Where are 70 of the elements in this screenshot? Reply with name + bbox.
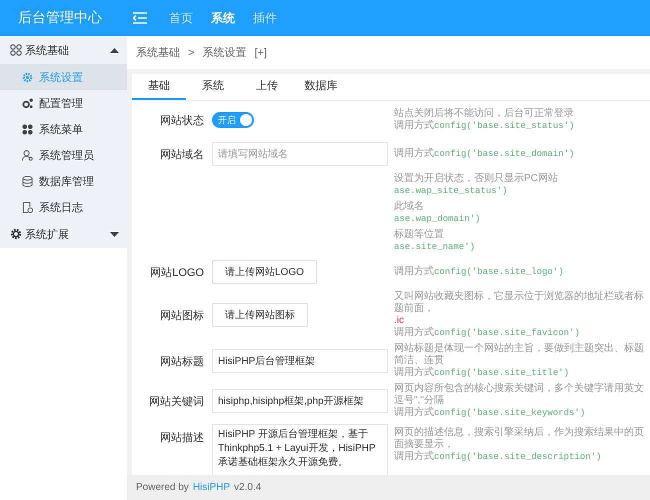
sidebar-item[interactable]: 配置管理 <box>0 90 127 116</box>
gears-icon <box>22 98 33 108</box>
powered-by-text: Powered by <box>136 482 189 493</box>
version-text: v2.0.4 <box>234 482 262 493</box>
field-hint: 网页内容所包含的核心搜索关键词，多个关键字请用英文逗号","分隔 <box>394 383 645 406</box>
sidebar-item[interactable]: 系统菜单 <box>0 116 127 142</box>
breadcrumb-link[interactable]: 系统基础 <box>136 45 180 60</box>
breadcrumb-link[interactable]: 系统设置 <box>202 45 246 60</box>
sidebar-group[interactable]: 系统扩展 <box>0 220 127 248</box>
tab[interactable]: 基础 <box>132 74 186 100</box>
usage-label: 调用方式 <box>394 148 434 160</box>
config-code: ase.wap_domain') <box>394 214 480 224</box>
grid-icon <box>22 124 33 134</box>
config-code: config('base.site_title') <box>434 368 570 378</box>
text-field[interactable]: hisiphp,hisiphp框架,php开源框架 <box>212 389 388 413</box>
sidebar-item[interactable]: 系统日志 <box>0 194 127 220</box>
field-hint: 网页的描述信息，搜索引擎采纳后，作为搜索结果中的页面摘要显示， <box>394 427 645 450</box>
caret-icon <box>110 232 119 236</box>
database-icon <box>22 176 33 186</box>
upload-button[interactable]: 请上传网站图标 <box>212 303 308 327</box>
tab[interactable]: 系统 <box>186 74 240 100</box>
gear-icon <box>10 228 22 240</box>
config-code: config('base.site_favicon') <box>434 328 580 338</box>
usage-label: 调用方式 <box>394 367 434 379</box>
config-code: ase.site_name') <box>394 242 476 252</box>
field-hint: 设置为开启状态，否则只显示PC网站 <box>394 173 558 185</box>
text-field[interactable]: HisiPHP后台管理框架 <box>212 349 388 373</box>
menu-icon[interactable] <box>133 12 147 24</box>
usage-label: 调用方式 <box>394 407 434 419</box>
usage-label: 调用方式 <box>394 266 434 278</box>
usage-label: 调用方式 <box>394 120 434 132</box>
field-hint: 网站标题是体现一个网站的主旨，要做到主题突出、标题简洁、连贯 <box>394 343 645 366</box>
tab[interactable]: 数据库 <box>294 74 348 100</box>
user-icon <box>22 150 33 160</box>
add-link[interactable]: [+] <box>254 46 267 58</box>
gear-icon <box>22 72 33 82</box>
usage-label: 调用方式 <box>394 327 434 339</box>
config-code: config('base.site_status') <box>434 121 574 131</box>
group-label: 系统扩展 <box>25 228 70 242</box>
usage-label: 调用方式 <box>394 451 434 463</box>
sidebar-item[interactable]: 系统管理员 <box>0 142 127 168</box>
field-label: 网站LOGO <box>150 266 204 278</box>
document-icon <box>22 202 33 212</box>
sidebar-item[interactable]: 数据库管理 <box>0 168 127 194</box>
config-code: config('base.site_domain') <box>434 149 574 159</box>
caret-icon <box>110 48 119 52</box>
breadcrumb-separator: > <box>188 46 194 58</box>
field-hint: 标题等位置 <box>394 229 444 241</box>
field-hint: 站点关闭后将不能访问，后台可正常登录 <box>394 108 574 120</box>
field-label: 网站状态 <box>160 114 204 126</box>
file-type-note: .ic <box>394 315 404 327</box>
description-field[interactable]: HisiPHP 开源后台管理框架，基于Thinkphp5.1 + Layui开发，HisiPHP承诺基础框架永久开源免费。 <box>212 424 388 475</box>
tab[interactable]: 上传 <box>240 74 294 100</box>
field-label: 网站描述 <box>160 432 204 444</box>
sidebar-group[interactable]: 系统基础 <box>0 36 127 64</box>
text-field[interactable]: 请填写网站域名 <box>212 142 388 166</box>
field-hint: 此域名 <box>394 201 424 213</box>
upload-button[interactable]: 请上传网站LOGO <box>212 260 317 284</box>
config-code: config('base.site_description') <box>434 452 602 462</box>
field-label: 网站图标 <box>160 310 204 322</box>
field-hint: 又叫网站收藏夹图标，它显示位于浏览器的地址栏或者标题前面， <box>394 291 645 315</box>
field-label: 网站标题 <box>160 356 204 368</box>
group-label: 系统基础 <box>25 44 70 58</box>
app-title: 后台管理中心 <box>17 9 103 27</box>
field-label: 网站域名 <box>160 148 204 160</box>
config-code: config('base.site_logo') <box>434 267 564 277</box>
field-label: 网站关键词 <box>149 396 204 408</box>
config-code: ase.wap_site_status') <box>394 186 508 196</box>
config-code: config('base.site_keywords') <box>434 408 586 418</box>
grid-icon <box>10 44 22 56</box>
